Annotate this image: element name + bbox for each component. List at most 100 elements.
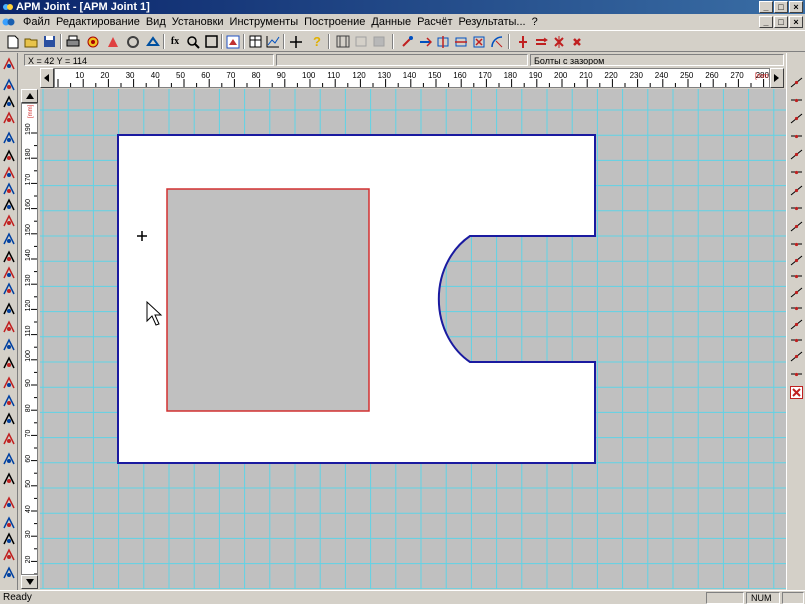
dimension-remove-icon[interactable] (550, 33, 568, 50)
snap-end-icon[interactable] (416, 33, 434, 50)
square-icon[interactable] (1, 197, 17, 213)
crosshair-icon[interactable] (287, 33, 305, 50)
arc-c-icon[interactable] (789, 269, 804, 284)
cross-b-icon[interactable] (789, 147, 804, 162)
curve-a-icon[interactable] (1, 319, 17, 335)
snap-point-icon[interactable] (398, 33, 416, 50)
weld-seam-icon[interactable] (1, 165, 17, 181)
arc-b-icon[interactable] (789, 253, 804, 268)
grid-disabled-icon[interactable] (370, 33, 388, 50)
tool-b-icon[interactable] (1, 281, 17, 297)
zoom-icon[interactable] (184, 33, 202, 50)
point-b-icon[interactable] (789, 93, 804, 108)
menu-results[interactable]: Результаты... (456, 14, 529, 30)
menu-calculation[interactable]: Расчёт (414, 14, 455, 30)
rotate-arc-icon[interactable] (1, 411, 17, 427)
arc-b-icon[interactable] (1, 375, 17, 391)
arc-f-icon[interactable] (789, 317, 804, 332)
delete-x-icon[interactable] (789, 385, 804, 400)
maximize-button[interactable]: □ (774, 1, 788, 13)
curve-b-icon[interactable] (1, 337, 17, 353)
circle-a-icon[interactable] (1, 431, 17, 447)
close-button[interactable]: × (789, 1, 803, 13)
snap-center-icon[interactable] (452, 33, 470, 50)
circle-tool-icon[interactable] (1, 213, 17, 229)
minimize-button[interactable]: _ (759, 1, 773, 13)
layer-mix-icon[interactable] (1, 547, 17, 563)
arc-point-icon[interactable] (1, 181, 17, 197)
mdi-close-button[interactable]: × (789, 16, 803, 28)
line-point-icon[interactable] (1, 231, 17, 247)
scroll-down-button[interactable] (21, 575, 38, 589)
cross-a-icon[interactable] (789, 129, 804, 144)
snap-mid-icon[interactable] (434, 33, 452, 50)
menu-help[interactable]: ? (529, 14, 541, 30)
mdi-restore-button[interactable]: □ (774, 16, 788, 28)
arc-g-icon[interactable] (789, 333, 804, 348)
layer-red-icon[interactable] (1, 531, 17, 547)
line-c-icon[interactable] (789, 201, 804, 216)
layers-icon[interactable] (334, 33, 352, 50)
rotate-icon[interactable] (1, 94, 17, 110)
table-icon[interactable] (246, 33, 264, 50)
mdi-minimize-button[interactable]: _ (759, 16, 773, 28)
weld-icon[interactable] (104, 33, 122, 50)
dimension-vertical-icon[interactable] (514, 33, 532, 50)
inner-plate-outline[interactable] (166, 188, 370, 412)
scale-fx-icon[interactable]: fx (166, 33, 184, 50)
scroll-up-button[interactable] (21, 89, 38, 103)
menu-settings[interactable]: Установки (169, 14, 227, 30)
menu-data[interactable]: Данные (368, 14, 414, 30)
print-icon[interactable] (64, 33, 82, 50)
hatch-icon[interactable] (1, 249, 17, 265)
tool-a-icon[interactable] (1, 265, 17, 281)
document-icon[interactable] (2, 15, 15, 28)
line-a-icon[interactable] (789, 165, 804, 180)
arc-e-icon[interactable] (789, 301, 804, 316)
zoom-window-icon[interactable] (202, 33, 220, 50)
layers-disabled-icon[interactable] (352, 33, 370, 50)
tool-c-icon[interactable] (1, 301, 17, 317)
drawing-canvas[interactable] (40, 89, 786, 589)
tool-end-icon[interactable] (1, 565, 17, 581)
scroll-right-button[interactable] (770, 68, 784, 88)
menu-file[interactable]: Файл (20, 14, 53, 30)
menu-view[interactable]: Вид (143, 14, 169, 30)
open-folder-icon[interactable] (22, 33, 40, 50)
move-icon[interactable] (1, 77, 17, 93)
dimension-horizontal-icon[interactable] (532, 33, 550, 50)
line-b-icon[interactable] (789, 183, 804, 198)
circle-b-icon[interactable] (1, 451, 17, 467)
new-file-icon[interactable] (4, 33, 22, 50)
save-icon[interactable] (40, 33, 58, 50)
point-a-icon[interactable] (789, 75, 804, 90)
delete-object-icon[interactable] (1, 110, 17, 126)
scroll-left-button[interactable] (40, 68, 54, 88)
fillet-icon[interactable] (1, 393, 17, 409)
delete-red-icon[interactable] (1, 495, 17, 511)
menu-construction[interactable]: Построение (301, 14, 368, 30)
arc-a-icon[interactable] (1, 355, 17, 371)
point-c-icon[interactable] (789, 111, 804, 126)
menu-tools[interactable]: Инструменты (227, 14, 302, 30)
glue-icon[interactable] (144, 33, 162, 50)
bolts-icon[interactable] (84, 33, 102, 50)
layer-blue-icon[interactable] (1, 515, 17, 531)
rivet-icon[interactable] (124, 33, 142, 50)
snap-intersect-icon[interactable] (470, 33, 488, 50)
line-d-icon[interactable] (789, 219, 804, 234)
menu-edit[interactable]: Редактирование (53, 14, 143, 30)
select-arrow-icon[interactable] (1, 56, 17, 72)
bolt-hex-icon[interactable] (1, 130, 17, 146)
pin-icon[interactable] (1, 471, 17, 487)
graph-icon[interactable] (264, 33, 282, 50)
bolt-insert-icon[interactable] (1, 148, 17, 164)
arc-a-icon[interactable] (789, 237, 804, 252)
view-icon[interactable] (224, 33, 242, 50)
delete-icon[interactable] (568, 33, 586, 50)
arc-h-icon[interactable] (789, 349, 804, 364)
snap-tangent-icon[interactable] (488, 33, 506, 50)
arc-i-icon[interactable] (789, 367, 804, 382)
arc-d-icon[interactable] (789, 285, 804, 300)
help-icon[interactable]: ? (308, 33, 326, 50)
